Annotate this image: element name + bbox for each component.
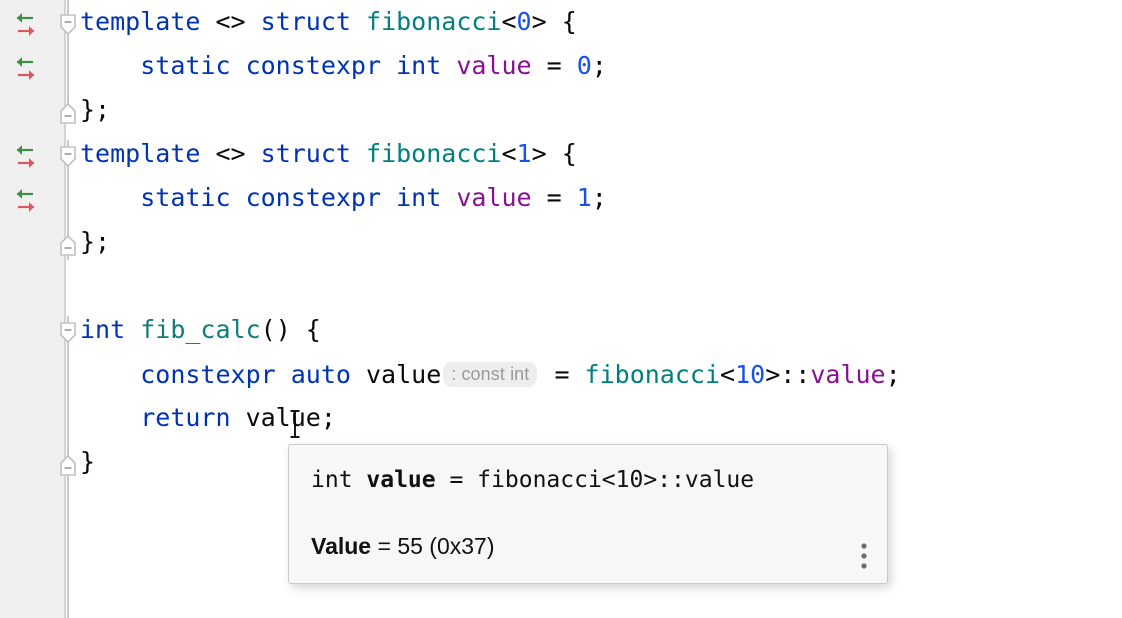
code-token: < bbox=[501, 7, 517, 36]
code-token: : const int bbox=[443, 362, 538, 387]
code-token: fib_calc bbox=[140, 315, 261, 344]
code-token: static constexpr int bbox=[140, 51, 442, 80]
tooltip-value-row: Value = 55 (0x37) bbox=[311, 533, 495, 560]
code-line-2[interactable]: static constexpr int value = 0; bbox=[80, 44, 607, 88]
code-line-1[interactable]: template <> struct fibonacci<0> { bbox=[80, 0, 577, 44]
code-token: ; bbox=[591, 183, 607, 212]
code-token: () { bbox=[260, 315, 321, 344]
code-token: constexpr auto bbox=[140, 360, 351, 389]
code-token: }; bbox=[80, 95, 111, 124]
code-token: = bbox=[531, 51, 577, 80]
code-token: return bbox=[140, 403, 231, 432]
code-token: value bbox=[810, 360, 886, 389]
fold-marker-line-1[interactable] bbox=[60, 14, 76, 36]
implemented-method-marker-line-2[interactable] bbox=[10, 52, 44, 86]
code-token: fibonacci bbox=[366, 139, 502, 168]
code-token: }; bbox=[80, 227, 111, 256]
code-token: value bbox=[456, 51, 532, 80]
tooltip-signature-prefix: int bbox=[311, 467, 367, 493]
code-token: int bbox=[80, 315, 126, 344]
implemented-method-icon bbox=[17, 57, 34, 80]
fold-marker-line-8[interactable] bbox=[60, 322, 76, 344]
more-vertical-icon bbox=[861, 543, 867, 569]
code-token: 10 bbox=[735, 360, 766, 389]
code-line-3[interactable]: }; bbox=[80, 88, 110, 132]
code-line-9[interactable]: constexpr auto value: const int = fibona… bbox=[80, 352, 901, 396]
code-token: struct bbox=[260, 7, 351, 36]
code-token: < bbox=[720, 360, 736, 389]
code-token: > { bbox=[531, 7, 577, 36]
code-token: = bbox=[531, 183, 577, 212]
implemented-method-marker-line-4[interactable] bbox=[10, 140, 44, 174]
code-token: < bbox=[501, 139, 517, 168]
fold-rail-tail bbox=[67, 476, 69, 618]
code-token: 1 bbox=[516, 139, 532, 168]
fold-collapse-down-icon bbox=[60, 322, 76, 344]
code-line-6[interactable]: }; bbox=[80, 220, 110, 264]
code-editor[interactable]: template <> struct fibonacci<0> { static… bbox=[0, 0, 1122, 618]
implemented-method-marker-line-1[interactable] bbox=[10, 8, 44, 42]
code-token: struct bbox=[260, 139, 351, 168]
code-line-11[interactable]: } bbox=[80, 440, 95, 484]
code-token: = bbox=[539, 360, 585, 389]
code-token: <> bbox=[200, 7, 261, 36]
code-token: ; bbox=[885, 360, 901, 389]
code-token: value bbox=[456, 183, 532, 212]
code-line-8[interactable]: int fib_calc() { bbox=[80, 308, 321, 352]
tooltip-more-options-button[interactable] bbox=[855, 541, 873, 571]
tooltip-signature-suffix: = fibonacci<10>::value bbox=[435, 467, 755, 493]
code-token: template bbox=[80, 139, 201, 168]
fold-collapse-down-icon bbox=[60, 14, 76, 36]
tooltip-value-label: Value bbox=[311, 533, 372, 559]
implemented-method-icon bbox=[17, 189, 34, 212]
code-line-5[interactable]: static constexpr int value = 1; bbox=[80, 176, 607, 220]
implemented-method-icon bbox=[17, 13, 34, 36]
implemented-method-icon bbox=[17, 145, 34, 168]
code-token: <> bbox=[200, 139, 261, 168]
code-token: value bbox=[350, 360, 442, 389]
fold-collapse-up-icon bbox=[60, 454, 76, 476]
code-token: template bbox=[80, 7, 201, 36]
code-token: ; bbox=[591, 51, 607, 80]
tooltip-value-text: = 55 (0x37) bbox=[371, 533, 495, 559]
fold-marker-line-3[interactable] bbox=[60, 102, 76, 124]
fold-marker-line-11[interactable] bbox=[60, 454, 76, 476]
code-token: static constexpr int bbox=[140, 183, 442, 212]
code-token: fibonacci bbox=[584, 360, 721, 389]
code-token: > { bbox=[531, 139, 577, 168]
code-token: 1 bbox=[576, 183, 592, 212]
code-token: } bbox=[80, 447, 96, 476]
fold-collapse-down-icon bbox=[60, 146, 76, 168]
code-token: value; bbox=[230, 403, 336, 432]
code-token: >:: bbox=[765, 360, 811, 389]
fold-collapse-up-icon bbox=[60, 102, 76, 124]
editor-gutter[interactable] bbox=[0, 0, 66, 618]
code-token: 0 bbox=[576, 51, 592, 80]
tooltip-signature: int value = fibonacci<10>::value bbox=[311, 467, 754, 493]
fold-collapse-up-icon bbox=[60, 234, 76, 256]
expression-value-tooltip[interactable]: int value = fibonacci<10>::value Value =… bbox=[288, 444, 888, 584]
code-token: fibonacci bbox=[366, 7, 502, 36]
code-line-4[interactable]: template <> struct fibonacci<1> { bbox=[80, 132, 577, 176]
tooltip-signature-name: value bbox=[366, 467, 436, 493]
implemented-method-marker-line-5[interactable] bbox=[10, 184, 44, 218]
code-line-10[interactable]: return value; bbox=[80, 396, 336, 440]
fold-marker-line-6[interactable] bbox=[60, 234, 76, 256]
code-token: 0 bbox=[516, 7, 532, 36]
fold-marker-line-4[interactable] bbox=[60, 146, 76, 168]
